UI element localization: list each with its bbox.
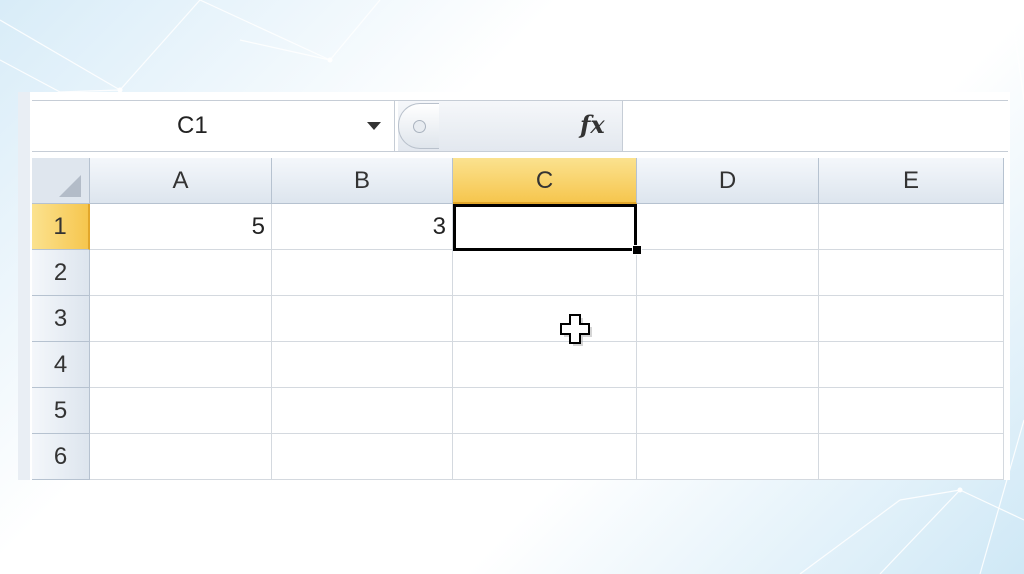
column-header-b[interactable]: B <box>272 158 453 204</box>
row-header-1[interactable]: 1 <box>32 204 90 250</box>
cell-e5[interactable] <box>819 388 1004 434</box>
cell-a6[interactable] <box>90 434 272 480</box>
cell-a5[interactable] <box>90 388 272 434</box>
row-header-2[interactable]: 2 <box>32 250 90 296</box>
cell-b1[interactable]: 3 <box>272 204 453 250</box>
name-box-value: C1 <box>177 112 208 139</box>
cell-b4[interactable] <box>272 342 453 388</box>
column-header-d[interactable]: D <box>637 158 819 204</box>
fill-handle[interactable] <box>632 245 642 255</box>
column-header-e[interactable]: E <box>819 158 1004 204</box>
column-header-c[interactable]: C <box>453 158 637 204</box>
cell-d2[interactable] <box>637 250 819 296</box>
name-box[interactable]: C1 <box>32 101 395 151</box>
chevron-down-icon[interactable] <box>367 122 381 130</box>
row-header-6[interactable]: 6 <box>32 434 90 480</box>
cell-c4[interactable] <box>453 342 637 388</box>
cell-a2[interactable] <box>90 250 272 296</box>
grip-dot-icon <box>413 120 426 133</box>
cell-e3[interactable] <box>819 296 1004 342</box>
select-all-triangle-icon <box>59 175 81 197</box>
cell-a4[interactable] <box>90 342 272 388</box>
select-all-button[interactable] <box>32 158 90 204</box>
cell-b5[interactable] <box>272 388 453 434</box>
cell-a3[interactable] <box>90 296 272 342</box>
cell-b6[interactable] <box>272 434 453 480</box>
row-header-5[interactable]: 5 <box>32 388 90 434</box>
cell-c2[interactable] <box>453 250 637 296</box>
cell-e4[interactable] <box>819 342 1004 388</box>
column-header-a[interactable]: A <box>90 158 272 204</box>
cell-e2[interactable] <box>819 250 1004 296</box>
formula-bar: C1 fx <box>32 100 1008 152</box>
formula-input[interactable] <box>624 101 1008 151</box>
cell-b2[interactable] <box>272 250 453 296</box>
cell-b3[interactable] <box>272 296 453 342</box>
cell-d4[interactable] <box>637 342 819 388</box>
cell-c5[interactable] <box>453 388 637 434</box>
cell-e6[interactable] <box>819 434 1004 480</box>
cell-e1[interactable] <box>819 204 1004 250</box>
cell-c3[interactable] <box>453 296 637 342</box>
function-icon[interactable]: fx <box>580 110 605 139</box>
cell-d6[interactable] <box>637 434 819 480</box>
resize-grip-handle[interactable] <box>398 103 439 149</box>
cell-d1[interactable] <box>637 204 819 250</box>
active-cell-outline[interactable] <box>453 204 637 251</box>
cell-d3[interactable] <box>637 296 819 342</box>
cell-c6[interactable] <box>453 434 637 480</box>
cross-cursor-icon <box>560 314 592 346</box>
formula-controls: fx <box>398 101 623 151</box>
cell-a1[interactable]: 5 <box>90 204 272 250</box>
row-header-3[interactable]: 3 <box>32 296 90 342</box>
row-header-4[interactable]: 4 <box>32 342 90 388</box>
cell-d5[interactable] <box>637 388 819 434</box>
